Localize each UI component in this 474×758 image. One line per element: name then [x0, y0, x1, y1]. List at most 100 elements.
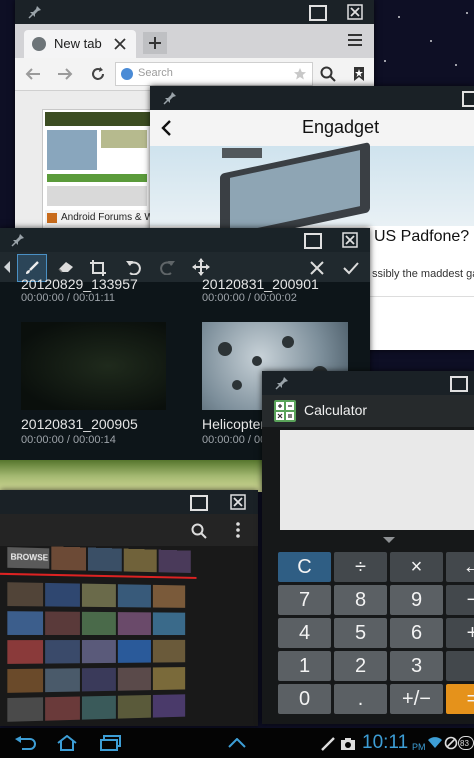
digit-9-key[interactable]: 9: [390, 585, 443, 615]
menu-icon[interactable]: [345, 30, 365, 50]
digit-8-key[interactable]: 8: [334, 585, 387, 615]
pen-icon: [320, 736, 336, 752]
undo-icon[interactable]: [122, 257, 144, 277]
globe-icon: [32, 37, 46, 51]
tab-label: New tab: [54, 36, 102, 51]
pin-icon[interactable]: [162, 90, 178, 106]
clear-key[interactable]: C: [278, 552, 331, 582]
done-check-icon[interactable]: [340, 258, 362, 278]
close-window-icon[interactable]: [342, 232, 358, 248]
wallpaper-star: [384, 60, 386, 62]
article-headline[interactable]: US Padfone?: [374, 228, 469, 246]
scroll-left-icon[interactable]: [2, 259, 12, 275]
digit-4-key[interactable]: 4: [278, 618, 331, 648]
omnibox[interactable]: Search: [115, 62, 313, 86]
article-hero-image[interactable]: [150, 142, 474, 244]
new-tab-button[interactable]: [143, 32, 167, 54]
backspace-key[interactable]: ←: [446, 552, 474, 582]
system-bar: 10:11 PM 83: [0, 728, 474, 758]
maximize-icon[interactable]: [462, 91, 474, 107]
search-icon[interactable]: [190, 522, 208, 540]
video-wall[interactable]: BROWSE: [0, 545, 197, 726]
thumbnail-caption-bar: Android Forums & Wi: [45, 210, 156, 226]
calculator-title: Calculator: [304, 402, 368, 418]
back-arrow-icon[interactable]: [158, 119, 174, 137]
forward-icon[interactable]: [55, 64, 75, 84]
search-input[interactable]: Search: [138, 67, 173, 79]
maximize-icon[interactable]: [304, 233, 322, 249]
thumbnail-caption: Android Forums & Wi: [61, 212, 157, 223]
video-duration: 00:00:00 / 00:00:14: [21, 434, 116, 446]
reload-icon[interactable]: [88, 64, 108, 84]
close-tab-icon[interactable]: [112, 36, 128, 52]
redo-icon[interactable]: [157, 257, 179, 277]
back-button[interactable]: [12, 734, 38, 752]
clock-time: 10:11: [362, 732, 409, 753]
wallpaper-star: [466, 12, 468, 14]
browser-titlebar[interactable]: [15, 0, 374, 24]
search-icon[interactable]: [318, 64, 338, 84]
close-window-icon[interactable]: [230, 494, 246, 510]
browse-label: BROWSE: [10, 552, 49, 563]
digit-1-key[interactable]: 1: [278, 651, 331, 681]
move-icon[interactable]: [190, 256, 212, 278]
maximize-icon[interactable]: [190, 495, 208, 511]
no-signal-icon: [444, 736, 458, 750]
wallpaper-glimpse: [0, 460, 262, 492]
plus-key[interactable]: +: [446, 618, 474, 648]
home-button[interactable]: [54, 733, 80, 753]
youtube-window[interactable]: BROWSE: [0, 490, 258, 726]
video-thumbnail[interactable]: [21, 322, 166, 410]
digit-5-key[interactable]: 5: [334, 618, 387, 648]
bookmarks-icon[interactable]: [350, 64, 368, 84]
recent-apps-button[interactable]: [98, 734, 124, 752]
engadget-titlebar[interactable]: [150, 86, 474, 110]
calculator-keypad: C ÷ × ← 7 8 9 − 4 5 6 + 1 2 3 0 . +/− =: [262, 549, 474, 724]
gallery-titlebar[interactable]: [0, 228, 370, 252]
most-visited-thumbnail[interactable]: Android Forums & Wi: [42, 109, 156, 229]
calculator-window[interactable]: Calculator C ÷ × ← 7 8 9 − 4 5 6 + 1 2 3…: [262, 371, 474, 724]
multiply-key[interactable]: ×: [390, 552, 443, 582]
site-favicon: [47, 213, 57, 223]
digit-6-key[interactable]: 6: [390, 618, 443, 648]
back-icon[interactable]: [23, 64, 43, 84]
engadget-header: Engadget: [150, 110, 474, 146]
minus-key[interactable]: −: [446, 585, 474, 615]
cancel-icon[interactable]: [307, 258, 327, 278]
youtube-titlebar[interactable]: [0, 490, 258, 514]
calculator-app-icon: [274, 400, 296, 422]
maximize-icon[interactable]: [309, 5, 327, 21]
digit-3-key[interactable]: 3: [390, 651, 443, 681]
overflow-menu-icon[interactable]: [232, 520, 244, 540]
video-duration: 00:00:00 / 00:01:11: [21, 292, 115, 304]
sign-toggle-key[interactable]: +/−: [390, 684, 443, 714]
maximize-icon[interactable]: [450, 376, 468, 392]
browse-tile[interactable]: BROWSE: [7, 547, 50, 569]
digit-7-key[interactable]: 7: [278, 585, 331, 615]
search-engine-icon: [121, 68, 133, 80]
video-title: 20120829_133957: [21, 276, 138, 292]
expand-up-icon[interactable]: [226, 736, 248, 750]
pin-icon[interactable]: [10, 232, 26, 248]
digit-2-key[interactable]: 2: [334, 651, 387, 681]
calculator-titlebar[interactable]: [262, 371, 474, 395]
eraser-icon[interactable]: [54, 257, 78, 277]
progress-line: [0, 572, 197, 579]
operator-key[interactable]: [446, 651, 474, 681]
tab-new-tab[interactable]: New tab: [24, 30, 136, 58]
decimal-key[interactable]: .: [334, 684, 387, 714]
bookmark-star-icon[interactable]: [292, 66, 308, 82]
digit-0-key[interactable]: 0: [278, 684, 331, 714]
site-title: Engadget: [302, 117, 380, 137]
pin-icon[interactable]: [27, 4, 43, 20]
chevron-down-icon[interactable]: [380, 535, 398, 545]
close-window-icon[interactable]: [347, 4, 363, 20]
equals-key[interactable]: =: [446, 684, 474, 714]
article-subline: ssibly the maddest gadg: [372, 268, 474, 280]
tab-strip: New tab: [15, 24, 374, 58]
wallpaper-star: [455, 64, 457, 66]
clock-ampm: PM: [412, 742, 426, 752]
calculator-display[interactable]: [280, 430, 474, 530]
pin-icon[interactable]: [274, 375, 290, 391]
divide-key[interactable]: ÷: [334, 552, 387, 582]
